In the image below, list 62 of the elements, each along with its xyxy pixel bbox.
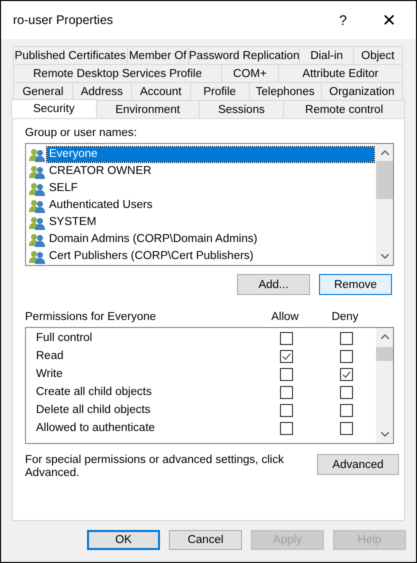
column-header: Allow — [270, 311, 300, 325]
scroll-thumb[interactable] — [376, 161, 393, 199]
checkbox[interactable] — [280, 422, 292, 434]
checkbox[interactable] — [340, 422, 352, 434]
section-label: Permissions for Everyone — [25, 311, 158, 325]
list-item[interactable]: CREATOR OWNER — [29, 163, 374, 180]
checkbox[interactable] — [340, 404, 352, 416]
checkbox[interactable] — [280, 368, 292, 380]
list-item[interactable]: Authenticated Users — [29, 197, 374, 214]
tab[interactable]: Object — [352, 46, 403, 64]
scrollbar[interactable] — [376, 144, 393, 265]
checkbox[interactable] — [280, 404, 292, 416]
checkbox[interactable] — [340, 350, 352, 362]
scroll-up-icon[interactable] — [380, 150, 388, 155]
permission-name: Allowed to authenticate — [36, 422, 156, 434]
tab[interactable]: Password Replication — [188, 46, 300, 64]
users-icon — [29, 164, 45, 178]
checkbox[interactable] — [340, 332, 352, 344]
list-item[interactable]: SYSTEM — [29, 214, 374, 231]
scroll-down-icon[interactable] — [380, 254, 388, 259]
users-icon — [29, 198, 45, 212]
permission-name: Delete all child objects — [36, 404, 152, 416]
tab[interactable]: Telephones — [248, 82, 322, 100]
hint-text: For special permissions or advanced settings, click Advanced. — [25, 454, 285, 480]
tab[interactable]: General — [13, 82, 73, 100]
advanced-button[interactable]: Advanced — [317, 454, 399, 475]
permission-name: Create all child objects — [36, 386, 153, 398]
tab[interactable]: Security — [11, 99, 97, 118]
list-item[interactable]: SELF — [29, 180, 374, 197]
users-icon — [29, 250, 45, 264]
list-item[interactable]: Cert Publishers (CORP\Cert Publishers) — [29, 248, 374, 265]
tab[interactable]: Published Certificates — [13, 46, 128, 64]
permission-name: Write — [36, 368, 64, 380]
scroll-down-icon[interactable] — [380, 432, 388, 437]
users-icon — [29, 216, 45, 230]
checkbox[interactable] — [280, 332, 292, 344]
users-icon — [29, 232, 45, 246]
users-icon — [29, 182, 45, 196]
help-button[interactable]: ? — [320, 5, 366, 35]
scrollbar[interactable] — [376, 328, 393, 443]
checkbox[interactable] — [280, 350, 292, 362]
list-item[interactable]: Domain Admins (CORP\Domain Admins) — [29, 231, 374, 248]
column-header: Deny — [330, 311, 360, 325]
add-button[interactable]: Add... — [237, 274, 310, 295]
close-button[interactable]: ✕ — [366, 5, 412, 35]
section-label: Group or user names: — [25, 127, 138, 141]
checkbox[interactable] — [280, 386, 292, 398]
tab[interactable]: Organization — [320, 82, 403, 100]
permission-name: Full control — [36, 332, 94, 344]
tab[interactable]: Remote control — [283, 100, 405, 118]
dialog-button[interactable]: OK — [87, 530, 160, 550]
permission-name: Read — [36, 350, 64, 362]
scroll-thumb[interactable] — [376, 347, 393, 361]
window-title: ro-user Properties — [13, 13, 114, 27]
tab[interactable]: Remote Desktop Services Profile — [13, 64, 222, 82]
checkbox[interactable] — [340, 368, 352, 380]
tab[interactable]: Attribute Editor — [278, 64, 403, 82]
scroll-up-icon[interactable] — [380, 334, 388, 339]
remove-button[interactable]: Remove — [319, 274, 392, 295]
dialog-button[interactable]: Cancel — [169, 530, 242, 550]
checkbox[interactable] — [340, 386, 352, 398]
users-icon — [29, 148, 45, 162]
